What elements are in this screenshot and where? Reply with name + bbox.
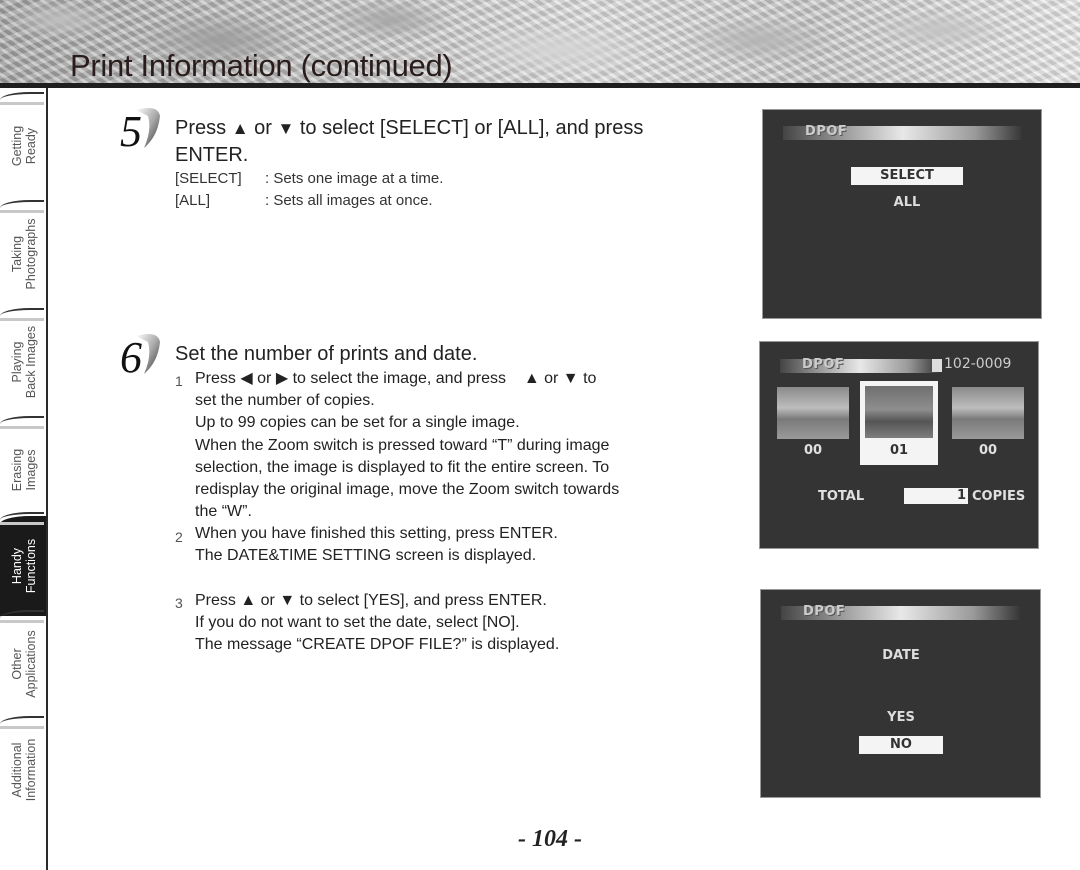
thumbnail-2-count: 01 [889, 443, 909, 458]
tab-edge [0, 92, 44, 102]
tab-edge [0, 416, 44, 426]
option-all[interactable]: ALL [851, 195, 963, 210]
copies-screen: DPOF 102-0009 00 01 00 TOTAL 1 COPIES [759, 341, 1039, 549]
thumbnail-1-count: 00 [803, 443, 823, 458]
side-tab-label: Erasing Images [9, 448, 38, 492]
tab-edge [0, 200, 44, 210]
svg-text:6: 6 [120, 333, 142, 380]
tab-edge [0, 308, 44, 318]
side-tab-taking[interactable]: Taking Photographs [0, 200, 47, 304]
step-6-heading: Set the number of prints and date. [175, 343, 478, 365]
select-screen: DPOF SELECT ALL [762, 109, 1042, 319]
thumbnail-2-selected[interactable]: 01 [860, 381, 938, 465]
file-icon [932, 359, 942, 372]
step-6-number-icon: 6 [118, 332, 162, 382]
option-select[interactable]: SELECT [851, 167, 963, 185]
thumbnail-3[interactable] [952, 387, 1024, 439]
screen-title: DPOF [803, 604, 846, 619]
up-arrow-icon: ▲ [240, 592, 257, 609]
date-prompt: DATE [882, 648, 920, 663]
side-tab-additional[interactable]: Additional Information [0, 716, 47, 820]
step-5-number-icon: 5 [118, 106, 162, 156]
substep-2-number: 2 [175, 529, 183, 545]
option-yes[interactable]: YES [859, 710, 943, 725]
file-number: 102-0009 [944, 356, 1012, 372]
side-tab-handy[interactable]: Handy Functions [0, 512, 47, 616]
thumbnail-1[interactable] [777, 387, 849, 439]
thumbnail-3-count: 00 [978, 443, 998, 458]
date-screen: DPOF DATE YES NO [760, 589, 1041, 798]
tab-edge [0, 512, 44, 522]
total-value-field: 1 [904, 488, 968, 504]
substep-1-number: 1 [175, 373, 183, 389]
side-tab-label: Playing Back Images [9, 325, 38, 399]
page-number: - 104 - [518, 826, 582, 852]
substep-2-text: When you have finished this setting, pre… [195, 525, 558, 565]
side-tab-label: Handy Functions [9, 538, 38, 594]
step-5-heading-line2: ENTER. [175, 144, 249, 166]
up-arrow-icon: ▲ [523, 370, 540, 387]
tab-edge [0, 610, 44, 620]
side-tab-getting[interactable]: Getting Ready [0, 92, 47, 196]
definition-all: [ALL]: Sets all images at once. [175, 192, 433, 209]
side-tab-other[interactable]: Other Applications [0, 610, 47, 714]
side-tab-label: Other Applications [9, 630, 38, 698]
screen-title: DPOF [802, 357, 845, 372]
side-tab-playing[interactable]: Playing Back Images [0, 308, 47, 412]
substep-1-text: Press ◀ or ▶ to select the image, and pr… [195, 370, 620, 521]
tab-edge [0, 716, 44, 726]
down-arrow-icon: ▼ [279, 592, 296, 609]
side-tab-erasing[interactable]: Erasing Images [0, 416, 47, 520]
copies-label: COPIES [972, 489, 1026, 504]
thumbnail-2-image [865, 386, 933, 438]
step-5-heading: Press ▲ or ▼ to select [SELECT] or [ALL]… [175, 117, 644, 139]
side-tab-label: Additional Information [9, 738, 38, 802]
right-arrow-icon: ▶ [275, 370, 289, 387]
svg-text:5: 5 [120, 107, 142, 154]
screen-title: DPOF [805, 124, 848, 139]
down-arrow-icon: ▼ [562, 370, 579, 387]
up-arrow-icon: ▲ [231, 119, 249, 138]
total-label: TOTAL [818, 489, 865, 504]
substep-3-text: Press ▲ or ▼ to select [YES], and press … [195, 592, 560, 654]
header-rule [0, 83, 1080, 88]
page-title: Print Information (continued) [70, 48, 453, 83]
down-arrow-icon: ▼ [277, 119, 295, 138]
side-tab-label: Taking Photographs [9, 218, 38, 290]
left-arrow-icon: ◀ [240, 370, 253, 387]
option-no[interactable]: NO [859, 736, 943, 754]
definition-select: [SELECT]: Sets one image at a time. [175, 170, 444, 187]
substep-3-number: 3 [175, 595, 183, 611]
side-tab-label: Getting Ready [9, 125, 38, 167]
